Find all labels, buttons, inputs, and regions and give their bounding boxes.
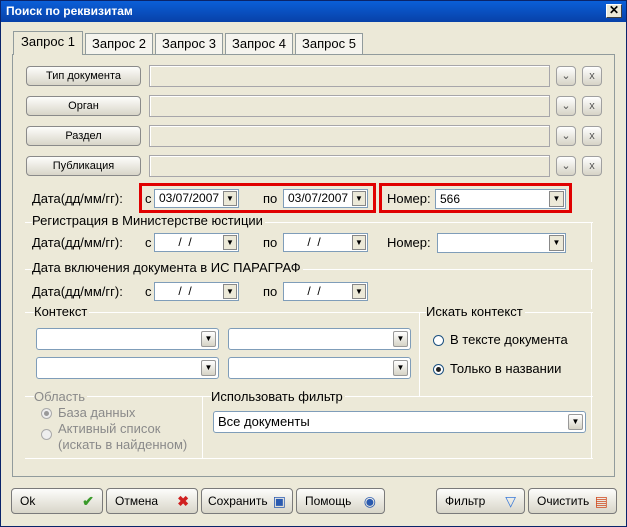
context-title: Контекст (34, 304, 90, 319)
clear-x-icon[interactable]: x (582, 156, 602, 176)
divider (591, 312, 592, 459)
inc-from-label: с (145, 284, 152, 299)
tab-query-3[interactable]: Запрос 3 (155, 33, 223, 54)
section-button[interactable]: Раздел (26, 126, 141, 146)
expand-icon[interactable]: ⌄ (556, 126, 576, 146)
organ-button[interactable]: Орган (26, 96, 141, 116)
date-from-label: с (145, 191, 152, 206)
registration-title: Регистрация в Министерстве юстиции (32, 213, 265, 228)
expand-icon[interactable]: ⌄ (556, 96, 576, 116)
radio-in-title-label: Только в названии (450, 361, 562, 376)
radio-active-list-sub: (искать в найденном) (58, 437, 188, 452)
clear-x-icon[interactable]: x (582, 126, 602, 146)
clear-document-icon: ▤ (594, 493, 608, 509)
dropdown-arrow-icon[interactable]: ▼ (568, 414, 583, 430)
dropdown-arrow-icon[interactable]: ▼ (393, 331, 408, 347)
context-combo-2[interactable]: ▼ (228, 328, 411, 350)
divider (591, 269, 592, 309)
dropdown-arrow-icon[interactable]: ▼ (352, 191, 366, 206)
window-title: Поиск по реквизитам (6, 4, 133, 18)
divider (202, 396, 203, 459)
divider (591, 222, 592, 262)
divider (25, 458, 593, 459)
dropdown-arrow-icon[interactable]: ▼ (549, 235, 564, 251)
tab-query-1[interactable]: Запрос 1 (13, 31, 83, 55)
clear-x-icon[interactable]: x (582, 96, 602, 116)
checkmark-icon: ✔ (82, 493, 94, 509)
reg-from-label: с (145, 235, 152, 250)
help-button[interactable]: Помощь ◉ (296, 488, 385, 514)
clear-x-icon[interactable]: x (582, 66, 602, 86)
reg-date-label: Дата(дд/мм/гг): (32, 235, 123, 250)
help-icon: ◉ (363, 493, 376, 509)
date-from-input[interactable]: 03/07/2007 ▼ (154, 189, 239, 208)
cancel-button[interactable]: Отмена ✖ (106, 488, 198, 514)
context-combo-3[interactable]: ▼ (36, 357, 219, 379)
tab-query-5[interactable]: Запрос 5 (295, 33, 363, 54)
expand-icon[interactable]: ⌄ (556, 66, 576, 86)
date-to-label: по (263, 191, 278, 206)
dropdown-arrow-icon[interactable]: ▼ (223, 284, 237, 299)
number-label: Номер: (387, 191, 431, 206)
radio-in-text-label: В тексте документа (450, 332, 568, 347)
date-label: Дата(дд/мм/гг): (32, 191, 123, 206)
dropdown-arrow-icon[interactable]: ▼ (352, 235, 366, 250)
save-button[interactable]: Сохранить ▣ (201, 488, 293, 514)
inc-to-input[interactable]: / / ▼ (283, 282, 368, 301)
doc-type-field (149, 65, 550, 87)
doc-type-button[interactable]: Тип документа (26, 66, 141, 86)
dropdown-arrow-icon[interactable]: ▼ (201, 360, 216, 376)
tab-query-2[interactable]: Запрос 2 (85, 33, 153, 54)
dropdown-arrow-icon[interactable]: ▼ (201, 331, 216, 347)
context-combo-4[interactable]: ▼ (228, 357, 411, 379)
reg-number-input[interactable]: ▼ (437, 233, 566, 253)
cancel-x-icon: ✖ (177, 493, 189, 509)
radio-in-text[interactable] (433, 335, 444, 346)
funnel-icon: ▽ (505, 493, 516, 509)
radio-active-list-label: Активный список (58, 421, 161, 436)
floppy-disk-icon: ▣ (272, 493, 286, 509)
divider (419, 312, 420, 396)
expand-icon[interactable]: ⌄ (556, 156, 576, 176)
search-dialog: Поиск по реквизитам ✕ Запрос 1 Запрос 2 … (0, 0, 627, 527)
date-to-input[interactable]: 03/07/2007 ▼ (283, 189, 368, 208)
inc-from-input[interactable]: / / ▼ (154, 282, 239, 301)
organ-field (149, 95, 550, 117)
dropdown-arrow-icon[interactable]: ▼ (352, 284, 366, 299)
area-title: Область (34, 389, 88, 404)
publication-button[interactable]: Публикация (26, 156, 141, 176)
ok-button[interactable]: Ok ✔ (11, 488, 103, 514)
reg-to-input[interactable]: / / ▼ (283, 233, 368, 252)
inc-to-label: по (263, 284, 278, 299)
search-context-title: Искать контекст (426, 304, 525, 319)
publication-field (149, 155, 550, 177)
context-combo-1[interactable]: ▼ (36, 328, 219, 350)
radio-in-title[interactable] (433, 364, 444, 375)
section-field (149, 125, 550, 147)
dropdown-arrow-icon[interactable]: ▼ (393, 360, 408, 376)
radio-active-list[interactable] (41, 429, 52, 440)
radio-database-label: База данных (58, 405, 136, 420)
close-button[interactable]: ✕ (606, 4, 622, 18)
reg-number-label: Номер: (387, 235, 431, 250)
reg-to-label: по (263, 235, 278, 250)
dropdown-arrow-icon[interactable]: ▼ (549, 191, 564, 207)
reg-from-input[interactable]: / / ▼ (154, 233, 239, 252)
dropdown-arrow-icon[interactable]: ▼ (223, 235, 237, 250)
radio-database[interactable] (41, 408, 52, 419)
clear-button[interactable]: Очистить ▤ (528, 488, 617, 514)
filter-select[interactable]: Все документы ▼ (213, 411, 586, 433)
number-input[interactable]: 566 ▼ (435, 189, 566, 209)
filter-title: Использовать фильтр (211, 389, 345, 404)
title-bar: Поиск по реквизитам ✕ (1, 1, 626, 22)
dropdown-arrow-icon[interactable]: ▼ (223, 191, 237, 206)
filter-button[interactable]: Фильтр ▽ (436, 488, 525, 514)
inc-date-label: Дата(дд/мм/гг): (32, 284, 123, 299)
tab-query-4[interactable]: Запрос 4 (225, 33, 293, 54)
inclusion-title: Дата включения документа в ИС ПАРАГРАФ (32, 260, 303, 275)
